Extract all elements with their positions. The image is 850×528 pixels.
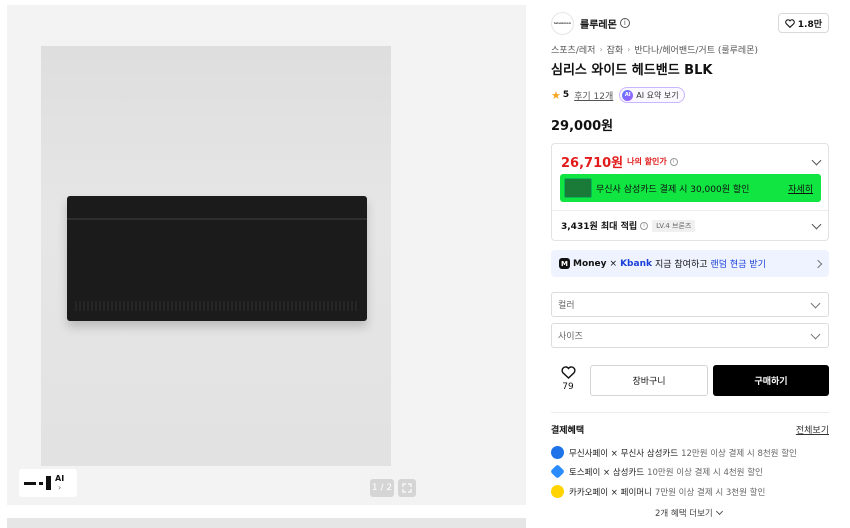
color-select-placeholder: 컬러 [558, 301, 575, 311]
wishlist-button[interactable]: 79 [557, 366, 579, 392]
headband-image [67, 196, 367, 321]
chevron-right-icon [813, 259, 823, 268]
info-icon[interactable]: i [669, 157, 678, 166]
chevron-down-icon [715, 507, 723, 516]
chevron-down-icon [810, 298, 821, 308]
benefit-desc: 7만원 이상 결제 시 3천원 할인 [654, 487, 766, 498]
musinsa-pay-icon [551, 446, 564, 459]
breadcrumb-item[interactable]: 스포츠/레저 [551, 43, 595, 56]
wishlist-count: 79 [562, 382, 574, 392]
divider [552, 210, 828, 211]
card-image [564, 178, 592, 198]
money-label: Money [573, 258, 607, 269]
info-icon[interactable]: i [640, 221, 649, 230]
cart-button[interactable]: 장바구니 [590, 365, 708, 396]
points-text: 3,431원 최대 적립 [561, 222, 638, 232]
money-banner-highlight: 랜덤 현금 받기 [710, 260, 766, 270]
star-icon: ★ [551, 88, 561, 102]
chevron-right-icon: › [599, 45, 603, 54]
color-select[interactable]: 컬러 [551, 292, 829, 317]
breadcrumb-item[interactable]: 반다나/헤어밴드/거트 (룰루레몬) [634, 43, 758, 56]
chevron-right-icon: › [57, 483, 62, 492]
kbank-label: Kbank [620, 258, 652, 269]
benefit-name: 카카오페이 × 페이머니 [569, 487, 652, 498]
product-gallery[interactable]: AI › 1 / 2 [7, 5, 526, 505]
my-discount-row[interactable]: 26,710원 나의 할인가 i [561, 152, 822, 171]
more-benefits-button[interactable]: 2개 혜택 더보기 [655, 507, 723, 519]
benefit-name: 토스페이 × 삼성카드 [569, 467, 645, 478]
benefit-item: 토스페이 × 삼성카드 10만원 이상 결제 시 4천원 할인 [550, 464, 763, 479]
product-price: 29,000원 [551, 119, 614, 134]
buy-button[interactable]: 구매하기 [713, 365, 829, 396]
thumbnail-ai-label: AI [55, 474, 65, 483]
rating-value: 5 [562, 90, 570, 100]
brand-like-count: 1.8만 [797, 19, 822, 30]
info-icon[interactable]: i [619, 18, 630, 28]
card-discount-banner[interactable]: 무신사 삼성카드 결제 시 30,000원 할인 자세히 [560, 174, 821, 202]
thumbnail-image [24, 476, 51, 490]
times-sign: × [609, 258, 618, 269]
benefit-desc: 12만원 이상 결제 시 8천원 할인 [681, 448, 797, 459]
kakao-pay-icon [551, 485, 564, 498]
ai-summary-label: AI 요약 보기 [636, 90, 679, 100]
expand-icon[interactable] [398, 479, 416, 497]
brand-name[interactable]: 룰루레몬 [580, 16, 617, 31]
brand-row: lululemon 룰루레몬 i 1.8만 [551, 11, 829, 35]
benefit-desc: 10만원 이상 결제 시 4천원 할인 [647, 467, 763, 478]
discount-price: 26,710원 [561, 156, 624, 171]
divider [551, 412, 829, 413]
payment-benefits-title: 결제혜택 [551, 426, 585, 436]
benefit-item: 무신사페이 × 무신사 삼성카드 12만원 이상 결제 시 8천원 할인 [551, 446, 797, 459]
chevron-down-icon[interactable] [811, 219, 822, 229]
ai-thumbnail[interactable]: AI › [19, 469, 77, 497]
ai-summary-button[interactable]: AI AI 요약 보기 [619, 87, 685, 103]
reviews-link[interactable]: 후기 12개 [574, 89, 613, 102]
gallery-bottom [7, 518, 526, 528]
discount-label: 나의 할인가 [627, 157, 667, 166]
heart-icon [560, 366, 576, 379]
benefit-item: 카카오페이 × 페이머니 7만원 이상 결제 시 3천원 할인 [551, 485, 765, 498]
benefit-name: 무신사페이 × 무신사 삼성카드 [569, 448, 679, 459]
more-benefits-label: 2개 혜택 더보기 [655, 509, 713, 519]
discount-box: 26,710원 나의 할인가 i 무신사 삼성카드 결제 시 30,000원 할… [551, 143, 829, 241]
chevron-down-icon [810, 329, 821, 339]
toss-pay-icon [550, 464, 565, 479]
brand-like-button[interactable]: 1.8만 [777, 13, 829, 33]
card-discount-text: 무신사 삼성카드 결제 시 30,000원 할인 [596, 184, 750, 195]
breadcrumb-item[interactable]: 잡화 [607, 43, 624, 56]
rating-row: ★ 5 후기 12개 AI AI 요약 보기 [551, 87, 685, 103]
level-badge: LV.4 브론즈 [652, 219, 696, 232]
payment-benefits-header: 결제혜택 전체보기 [551, 423, 829, 436]
breadcrumb: 스포츠/레저 › 잡화 › 반다나/헤어밴드/거트 (룰루레몬) [551, 43, 758, 56]
chevron-down-icon[interactable] [811, 155, 822, 165]
heart-icon [784, 18, 795, 28]
size-select[interactable]: 사이즈 [551, 323, 829, 348]
money-icon: M [559, 258, 570, 269]
product-title: 심리스 와이드 헤드밴드 BLK [551, 63, 713, 78]
image-pager: 1 / 2 [370, 479, 394, 497]
money-kbank-banner[interactable]: M Money × Kbank 지금 참여하고 랜덤 현금 받기 [551, 250, 829, 277]
detail-link[interactable]: 자세히 [788, 182, 813, 195]
view-all-link[interactable]: 전체보기 [796, 423, 829, 436]
brand-logo[interactable]: lululemon [551, 11, 574, 35]
chevron-right-icon: › [627, 45, 631, 54]
money-banner-text: 지금 참여하고 [654, 260, 708, 270]
size-select-placeholder: 사이즈 [558, 332, 583, 342]
product-image [41, 46, 391, 466]
ai-icon: AI [622, 89, 634, 101]
points-row[interactable]: 3,431원 최대 적립 i LV.4 브론즈 [561, 219, 822, 232]
